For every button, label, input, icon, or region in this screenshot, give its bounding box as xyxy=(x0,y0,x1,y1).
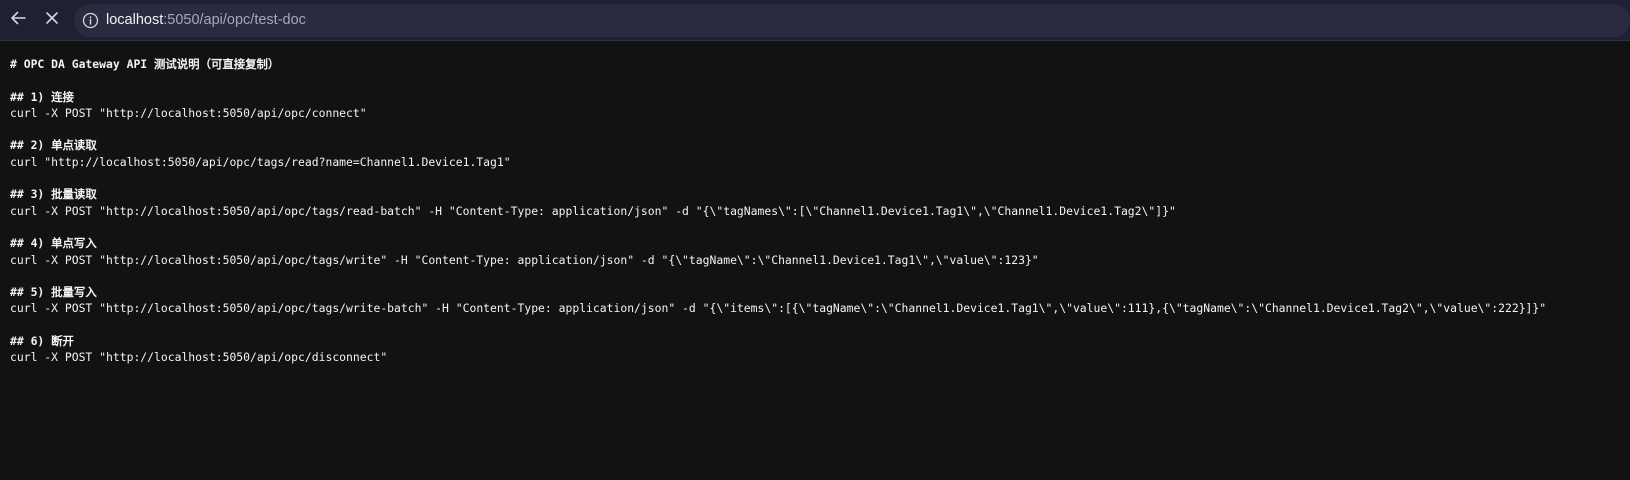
close-icon xyxy=(44,10,60,30)
site-info-icon[interactable] xyxy=(82,12,99,29)
section-heading-read-batch: ## 3) 批量读取 xyxy=(10,187,97,202)
back-arrow-icon xyxy=(9,9,27,31)
section-heading-connect: ## 1) 连接 xyxy=(10,89,74,104)
section-heading-write: ## 4) 单点写入 xyxy=(10,236,97,251)
api-test-doc: # OPC DA Gateway API 测试说明（可直接复制） ## 1) 连接… xyxy=(10,56,1546,366)
browser-toolbar: localhost:5050/api/opc/test-doc xyxy=(0,0,1630,41)
command-read-batch: curl -X POST "http://localhost:5050/api/… xyxy=(10,203,1176,218)
address-bar[interactable]: localhost:5050/api/opc/test-doc xyxy=(74,4,1630,37)
url-path: :5050/api/opc/test-doc xyxy=(163,12,306,28)
section-heading-write-batch: ## 5) 批量写入 xyxy=(10,285,97,300)
back-button[interactable] xyxy=(4,6,32,34)
url-host: localhost xyxy=(106,12,164,28)
command-connect: curl -X POST "http://localhost:5050/api/… xyxy=(10,105,367,120)
page-content: # OPC DA Gateway API 测试说明（可直接复制） ## 1) 连接… xyxy=(0,42,1630,480)
command-read: curl "http://localhost:5050/api/opc/tags… xyxy=(10,154,511,169)
section-heading-disconnect: ## 6) 断开 xyxy=(10,334,74,349)
doc-title: # OPC DA Gateway API 测试说明（可直接复制） xyxy=(10,57,280,71)
url-text[interactable]: localhost:5050/api/opc/test-doc xyxy=(106,4,306,37)
command-write-batch: curl -X POST "http://localhost:5050/api/… xyxy=(10,301,1547,316)
command-disconnect: curl -X POST "http://localhost:5050/api/… xyxy=(10,350,388,365)
command-write: curl -X POST "http://localhost:5050/api/… xyxy=(10,252,1039,267)
stop-loading-button[interactable] xyxy=(38,6,66,34)
section-heading-read: ## 2) 单点读取 xyxy=(10,138,97,153)
